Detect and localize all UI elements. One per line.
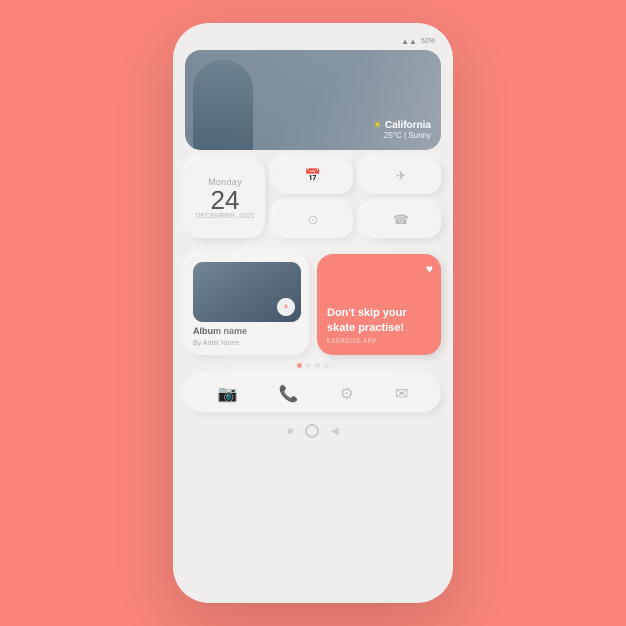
nav-home-button[interactable] — [305, 424, 319, 438]
person-silhouette — [193, 60, 253, 150]
camera-app-icon: ⊙ — [308, 212, 319, 228]
music-artist: By Artist Name — [193, 340, 239, 347]
camera-widget[interactable]: ⊙ — [273, 202, 353, 238]
calendar-month: DECEMBER, 2021 — [195, 213, 254, 220]
dot-3 — [315, 363, 320, 368]
dot-2 — [306, 363, 311, 368]
calendar-widget[interactable]: Monday 24 DECEMBER, 2021 — [185, 158, 265, 238]
calendar-app-icon: 📅 — [305, 168, 321, 184]
exercise-message: Don't skip your skate practise! — [327, 306, 431, 335]
top-right-widgets: 📅 ✈ ⊙ ☎ — [273, 158, 441, 238]
send-icon: ✈ — [396, 168, 407, 184]
phone-app-icon: ☎ — [393, 212, 409, 228]
weather-info: ☀ California 25°C | Sunny — [373, 120, 431, 140]
weather-location: California — [385, 120, 431, 131]
nav-back-button[interactable]: ◀ — [331, 426, 339, 437]
home-bar: ■ ◀ — [185, 420, 441, 442]
heart-icon: ♥ — [426, 262, 433, 276]
dock-settings-icon[interactable]: ⚙ — [340, 384, 354, 404]
exercise-widget[interactable]: ♥ Don't skip your skate practise! EXERCI… — [317, 254, 441, 355]
dock: 📷 📞 ⚙ ✉ — [185, 376, 441, 412]
page-dots — [185, 363, 441, 368]
row2-widgets: ⏸ Album name By Artist Name ♥ Don't skip… — [185, 254, 441, 355]
play-pause-button[interactable]: ⏸ — [277, 298, 295, 316]
dot-1 — [297, 363, 302, 368]
status-bar: ▲▲ 52% — [185, 35, 441, 50]
dock-camera-icon[interactable]: 📷 — [218, 384, 238, 404]
widgets-grid: Monday 24 DECEMBER, 2021 📅 ✈ ⊙ ☎ — [185, 158, 441, 246]
phone-frame: ▲▲ 52% ☀ California 25°C | Sunny Monday … — [173, 23, 453, 603]
wifi-icon: ▲▲ — [401, 37, 417, 46]
battery-indicator: 52% — [421, 38, 435, 45]
calendar-app-widget[interactable]: 📅 — [273, 158, 353, 194]
dock-phone-icon[interactable]: 📞 — [279, 384, 299, 404]
dot-4 — [324, 363, 329, 368]
sun-icon: ☀ — [373, 120, 382, 131]
send-widget[interactable]: ✈ — [361, 158, 441, 194]
music-widget[interactable]: ⏸ Album name By Artist Name — [185, 254, 309, 355]
dock-mail-icon[interactable]: ✉ — [395, 384, 408, 404]
weather-temp: 25°C | Sunny — [373, 131, 431, 140]
phone-widget[interactable]: ☎ — [361, 202, 441, 238]
music-title: Album name — [193, 326, 247, 336]
calendar-date: 24 — [211, 187, 240, 213]
weather-card[interactable]: ☀ California 25°C | Sunny — [185, 50, 441, 150]
exercise-app-label: EXERCISE APP — [327, 339, 431, 345]
album-thumbnail: ⏸ — [193, 262, 301, 322]
nav-square-button[interactable]: ■ — [287, 426, 293, 437]
